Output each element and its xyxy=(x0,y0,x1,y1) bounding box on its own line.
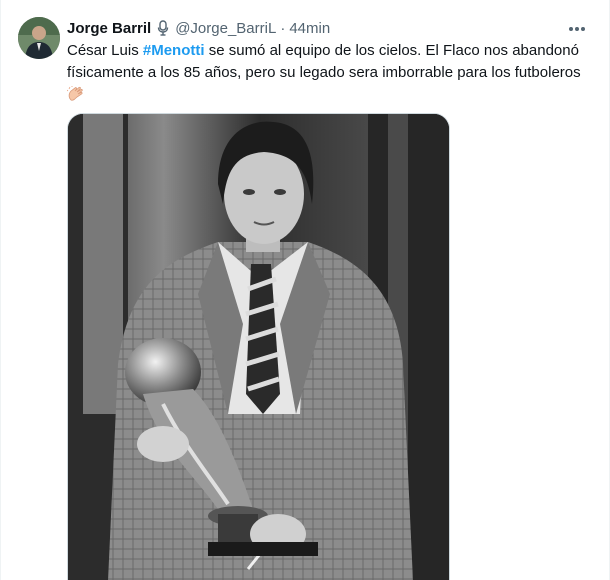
author-handle[interactable]: @Jorge_BarriL xyxy=(175,20,276,37)
clapping-hands-icon xyxy=(66,86,85,102)
tweet-text: César Luis #Menotti se sumó al equipo de… xyxy=(66,40,587,106)
avatar-image xyxy=(18,17,60,59)
tweet-card[interactable]: Jorge Barril @Jorge_BarriL · 44min César… xyxy=(0,0,610,580)
author-name[interactable]: Jorge Barril xyxy=(67,20,151,37)
separator-dot: · xyxy=(280,19,286,37)
more-horizontal-icon xyxy=(569,27,585,31)
tweet-text-part1: César Luis xyxy=(67,42,143,59)
microphone-icon xyxy=(155,19,171,37)
tweet-header: Jorge Barril @Jorge_BarriL · 44min xyxy=(67,17,330,39)
photo-menotti-world-cup-trophy xyxy=(68,114,449,580)
timestamp[interactable]: 44min xyxy=(289,20,330,37)
hashtag-link[interactable]: #Menotti xyxy=(143,42,205,59)
more-options-button[interactable] xyxy=(565,20,589,38)
tweet-photo[interactable] xyxy=(67,113,450,580)
avatar[interactable] xyxy=(18,17,60,59)
